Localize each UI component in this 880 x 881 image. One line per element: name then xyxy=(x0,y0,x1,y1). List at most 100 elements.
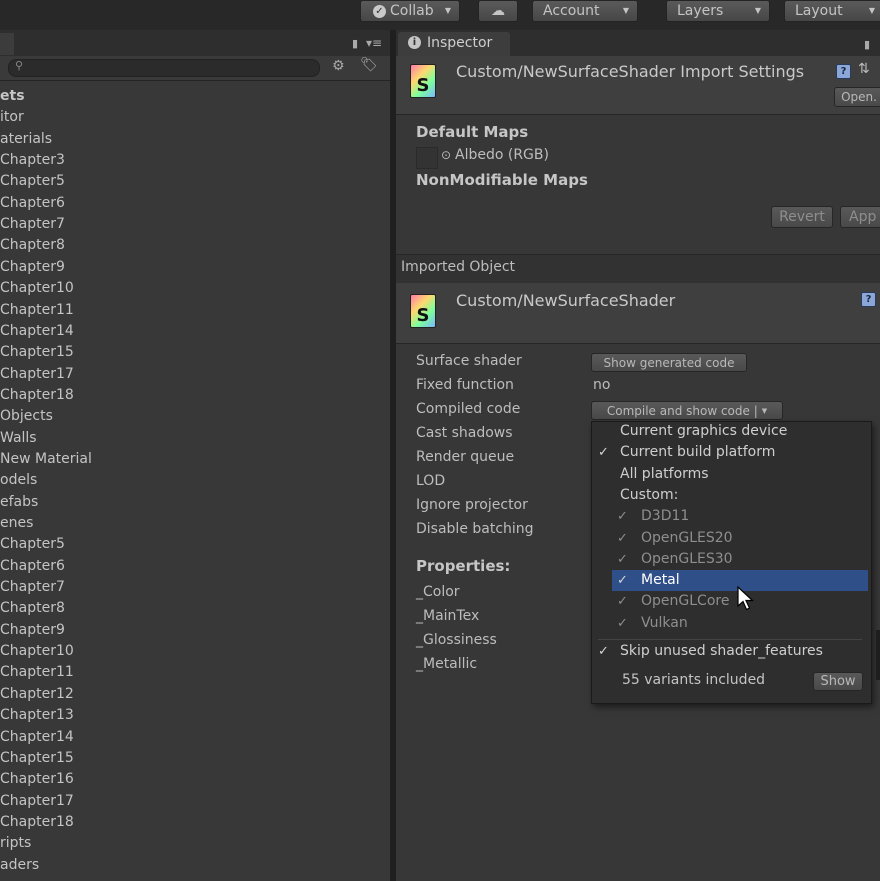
shader-prop-label: Disable batching xyxy=(416,521,534,537)
cloud-icon: ☁ xyxy=(491,3,505,19)
cloud-button[interactable]: ☁ xyxy=(478,0,518,22)
menu-item-platform[interactable]: ✓ OpenGLES30 xyxy=(612,549,868,570)
property-name: _Glossiness xyxy=(416,632,497,648)
mouse-pointer-icon xyxy=(737,586,755,611)
list-item[interactable]: Chapter6 xyxy=(0,193,65,213)
checkmark-icon: ✓ xyxy=(617,509,628,525)
tab-inspector[interactable]: i Inspector xyxy=(398,32,510,56)
checkmark-icon: ✓ xyxy=(617,615,628,631)
checkmark-icon: ✓ xyxy=(598,644,609,659)
list-item[interactable]: New Material xyxy=(0,449,92,469)
search-input[interactable]: ⚲ xyxy=(8,59,320,77)
list-item[interactable]: Chapter14 xyxy=(0,321,74,341)
compile-show-code-button[interactable]: Compile and show code | ▼ xyxy=(591,401,783,420)
collab-label: Collab xyxy=(390,3,434,19)
inspector-scrollbar[interactable] xyxy=(876,630,880,680)
list-item[interactable]: Chapter8 xyxy=(0,235,65,255)
layout-label: Layout xyxy=(795,3,843,19)
list-item[interactable]: Chapter14 xyxy=(0,727,74,747)
layers-button[interactable]: Layers ▼ xyxy=(666,0,770,22)
list-item[interactable]: Chapter7 xyxy=(0,214,65,234)
list-item[interactable]: ets xyxy=(0,86,25,106)
list-item[interactable]: Chapter7 xyxy=(0,577,65,597)
list-item[interactable]: Chapter15 xyxy=(0,342,74,362)
collab-button[interactable]: ✓ Collab ▼ xyxy=(360,0,460,22)
list-item[interactable]: Chapter18 xyxy=(0,812,74,832)
project-tab-stub[interactable] xyxy=(0,33,14,55)
menu-item-platform[interactable]: ✓ Vulkan xyxy=(612,613,868,634)
lock-icon[interactable]: ▮ xyxy=(352,37,358,50)
list-item[interactable]: enes xyxy=(0,513,33,533)
list-item[interactable]: aterials xyxy=(0,129,52,149)
shader-prop-label: Render queue xyxy=(416,449,515,465)
open-button[interactable]: Open. xyxy=(834,87,880,107)
shader-prop-label: Cast shadows xyxy=(416,425,513,441)
show-variants-button[interactable]: Show xyxy=(813,672,863,691)
list-item[interactable]: Chapter6 xyxy=(0,556,65,576)
shader-file-icon: S xyxy=(410,64,436,98)
albedo-texture-slot[interactable] xyxy=(416,147,438,169)
imported-object-label: Imported Object xyxy=(401,259,516,275)
account-button[interactable]: Account ▼ xyxy=(532,0,638,22)
list-item[interactable]: aders xyxy=(0,855,39,875)
list-item[interactable]: Chapter9 xyxy=(0,620,65,640)
show-generated-code-button[interactable]: Show generated code xyxy=(591,353,747,372)
lock-icon[interactable]: ▮ xyxy=(864,38,870,51)
settings-sliders-icon[interactable]: ⇅ xyxy=(858,61,870,77)
menu-item-platform[interactable]: Current graphics device xyxy=(600,421,868,442)
list-item[interactable]: Chapter5 xyxy=(0,171,65,191)
tag-icon[interactable]: 🏷 xyxy=(360,57,378,73)
list-item[interactable]: Chapter8 xyxy=(0,598,65,618)
list-item[interactable]: Chapter17 xyxy=(0,364,74,384)
variants-included-label: 55 variants included xyxy=(622,672,766,688)
list-item[interactable]: Chapter9 xyxy=(0,257,65,277)
list-item[interactable]: Chapter12 xyxy=(0,684,74,704)
list-item[interactable]: Chapter13 xyxy=(0,705,74,725)
list-item[interactable]: Chapter11 xyxy=(0,662,74,682)
chevron-down-icon: ▼ xyxy=(868,6,875,15)
menu-item-skip-unused[interactable]: ✓ Skip unused shader_features xyxy=(598,641,860,662)
menu-item-platform[interactable]: ✓ Current build platform xyxy=(598,442,868,463)
list-item[interactable]: itor xyxy=(0,107,24,127)
list-item[interactable]: efabs xyxy=(0,492,38,512)
chevron-down-icon: ▼ xyxy=(622,6,629,15)
shader-prop-label: Fixed function xyxy=(416,377,514,393)
filter-type-icon[interactable]: ⚙ xyxy=(332,58,345,74)
help-icon[interactable]: ? xyxy=(861,292,876,307)
property-name: _Color xyxy=(416,584,460,600)
layout-button[interactable]: Layout ▼ xyxy=(784,0,880,22)
revert-button[interactable]: Revert xyxy=(771,206,833,228)
menu-item-platform[interactable]: ✓ OpenGLES20 xyxy=(612,528,868,549)
target-circle-icon[interactable]: ⊙ xyxy=(441,148,451,162)
account-label: Account xyxy=(543,3,600,19)
tab-inspector-label: Inspector xyxy=(427,35,493,51)
checkmark-icon: ✓ xyxy=(617,573,628,589)
list-item[interactable]: Chapter16 xyxy=(0,769,74,789)
list-item[interactable]: Chapter17 xyxy=(0,791,74,811)
checkmark-icon: ✓ xyxy=(617,594,628,610)
list-item[interactable]: Walls xyxy=(0,428,37,448)
shader-prop-label: Compiled code xyxy=(416,401,521,417)
menu-item-platform[interactable]: Custom: xyxy=(600,485,868,506)
list-item[interactable]: ripts xyxy=(0,833,31,853)
list-item[interactable]: Chapter18 xyxy=(0,385,74,405)
list-item[interactable]: Chapter11 xyxy=(0,300,74,320)
menu-item-platform[interactable]: All platforms xyxy=(600,464,868,485)
list-item[interactable]: Objects xyxy=(0,406,53,426)
shader-title: Custom/NewSurfaceShader xyxy=(456,291,676,310)
nonmodifiable-maps-heading: NonModifiable Maps xyxy=(416,171,588,189)
search-icon: ⚲ xyxy=(15,59,24,72)
list-item[interactable]: Chapter10 xyxy=(0,641,74,661)
apply-button[interactable]: App xyxy=(840,206,880,228)
list-item[interactable]: Chapter5 xyxy=(0,534,65,554)
info-icon: i xyxy=(408,36,421,49)
list-item[interactable]: Chapter10 xyxy=(0,278,74,298)
list-item[interactable]: odels xyxy=(0,470,37,490)
menu-item-platform[interactable]: ✓ D3D11 xyxy=(612,506,868,527)
list-item[interactable]: Chapter15 xyxy=(0,748,74,768)
properties-heading: Properties: xyxy=(416,557,511,575)
import-settings-title: Custom/NewSurfaceShader Import Settings xyxy=(456,62,805,81)
panel-menu-icon[interactable]: ▾≡ xyxy=(366,36,382,50)
help-icon[interactable]: ? xyxy=(836,64,851,79)
list-item[interactable]: Chapter3 xyxy=(0,150,65,170)
